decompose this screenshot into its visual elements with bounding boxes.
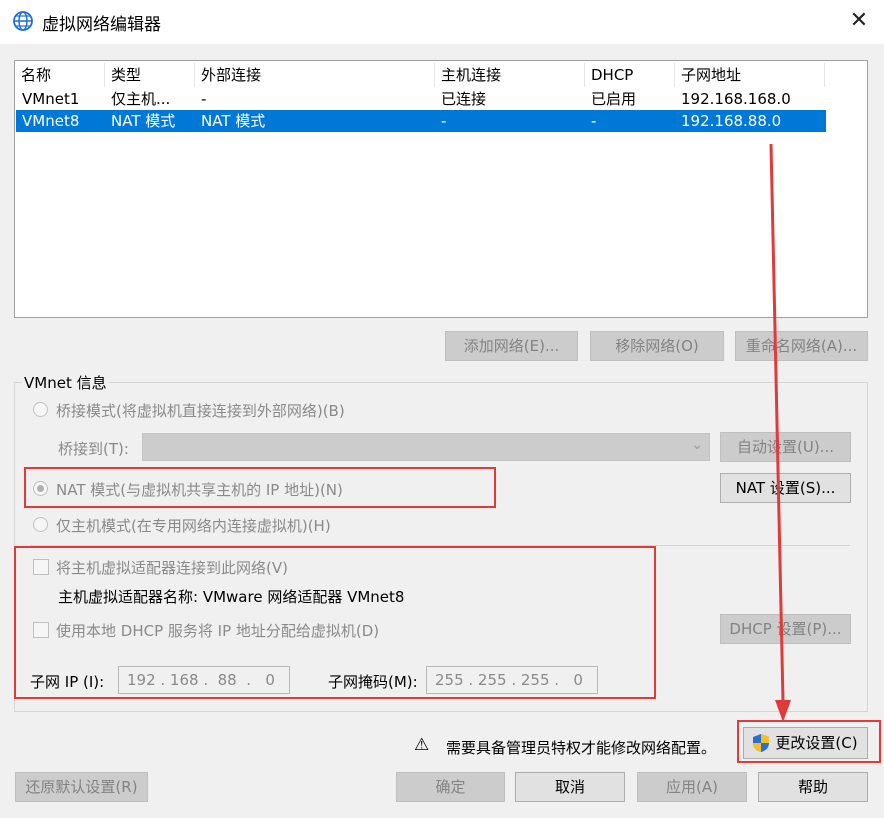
column-header-subnet[interactable]: 子网地址 [675,63,825,87]
network-list[interactable]: 名称 类型 外部连接 主机连接 DHCP 子网地址 VMnet1 仅主机... … [14,60,868,318]
cell-host: 已连接 [441,90,487,108]
annotation-box-change-settings [737,720,881,763]
bridge-to-label: 桥接到(T): [58,440,129,458]
cell-dhcp: - [591,112,597,130]
warning-icon: ⚠ [414,735,430,755]
column-header-dhcp[interactable]: DHCP [585,63,675,87]
remove-network-button[interactable]: 移除网络(O) [590,331,724,361]
help-button[interactable]: 帮助 [758,772,868,802]
column-header-type[interactable]: 类型 [105,63,195,87]
window-title: 虚拟网络编辑器 [42,15,161,35]
cell-name: VMnet1 [22,90,80,108]
close-icon[interactable]: ✕ [846,8,872,34]
cell-host: - [441,112,447,130]
globe-icon [13,11,33,31]
ok-button[interactable]: 确定 [396,772,505,802]
vmnet-info-label: VMnet 信息 [22,372,109,393]
bridge-mode-radio[interactable] [33,402,48,417]
column-header-host[interactable]: 主机连接 [435,63,585,87]
cell-name: VMnet8 [22,112,80,130]
column-header-name[interactable]: 名称 [15,63,105,87]
cell-type: NAT 模式 [111,112,176,130]
admin-notice-text: 需要具备管理员特权才能修改网络配置。 [446,739,717,757]
table-row-vmnet1[interactable]: VMnet1 仅主机... - 已连接 已启用 192.168.168.0 [16,88,826,110]
chevron-down-icon: ⌄ [691,437,703,453]
apply-button[interactable]: 应用(A) [637,772,747,802]
cell-external: NAT 模式 [201,112,266,130]
cancel-button[interactable]: 取消 [515,772,625,802]
cell-dhcp: 已启用 [591,90,637,108]
cell-subnet: 192.168.88.0 [681,112,782,130]
host-only-radio[interactable] [33,517,48,532]
column-header-external[interactable]: 外部连接 [195,63,435,87]
bridge-to-select[interactable]: ⌄ [142,433,710,461]
host-only-label: 仅主机模式(在专用网络内连接虚拟机)(H) [56,517,331,535]
add-network-button[interactable]: 添加网络(E)... [445,331,578,361]
cell-subnet: 192.168.168.0 [681,90,791,108]
annotation-arrow [769,143,791,722]
rename-network-button[interactable]: 重命名网络(A)... [735,331,868,361]
bridge-mode-label: 桥接模式(将虚拟机直接连接到外部网络)(B) [56,402,345,420]
table-row-vmnet8[interactable]: VMnet8 NAT 模式 NAT 模式 - - 192.168.88.0 [16,110,826,132]
cell-type: 仅主机... [111,90,171,108]
cell-external: - [201,90,207,108]
restore-defaults-button[interactable]: 还原默认设置(R) [15,772,148,802]
annotation-box-nat [24,467,496,508]
annotation-box-adapter [14,546,656,699]
